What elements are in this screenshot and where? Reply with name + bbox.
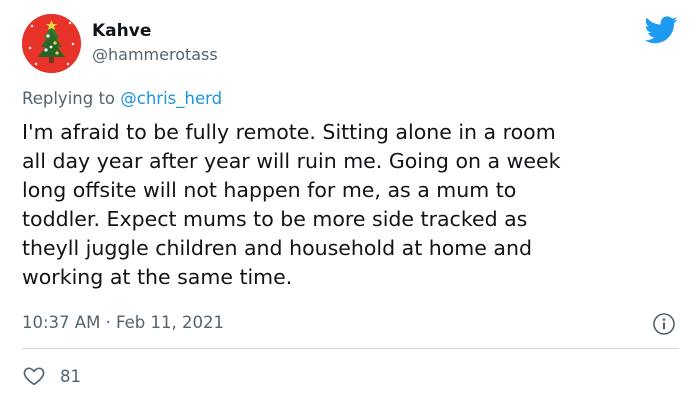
avatar[interactable] [22,14,81,73]
reply-mention-link[interactable]: @chris_herd [120,89,222,108]
user-handle[interactable]: @hammerotass [92,45,218,65]
tweet-text-line: working at the same time. [22,265,293,289]
tweet-text-line: toddler. Expect mums to be more side tra… [22,207,528,231]
like-count: 81 [60,366,81,386]
tweet-text-line: I'm afraid to be fully remote. Sitting a… [22,120,556,144]
info-icon[interactable] [652,312,676,336]
tweet-text-line: all day year after year will ruin me. Go… [22,149,561,173]
display-name[interactable]: Kahve [92,21,151,41]
reply-context: Replying to @chris_herd [22,89,222,109]
twitter-bird-icon[interactable] [645,16,678,44]
christmas-tree-icon [22,14,81,73]
divider [22,348,678,349]
tweet-text: I'm afraid to be fully remote. Sitting a… [22,118,682,292]
heart-icon[interactable] [22,364,46,388]
tweet-card: Kahve @hammerotass Replying to @chris_he… [0,0,700,402]
like-button[interactable]: 81 [22,364,81,388]
reply-prefix: Replying to [22,89,121,108]
tweet-text-line: long offsite will not happen for me, as … [22,178,517,202]
tweet-timestamp[interactable]: 10:37 AM · Feb 11, 2021 [22,313,224,333]
tweet-text-line: theyll juggle children and household at … [22,236,532,260]
